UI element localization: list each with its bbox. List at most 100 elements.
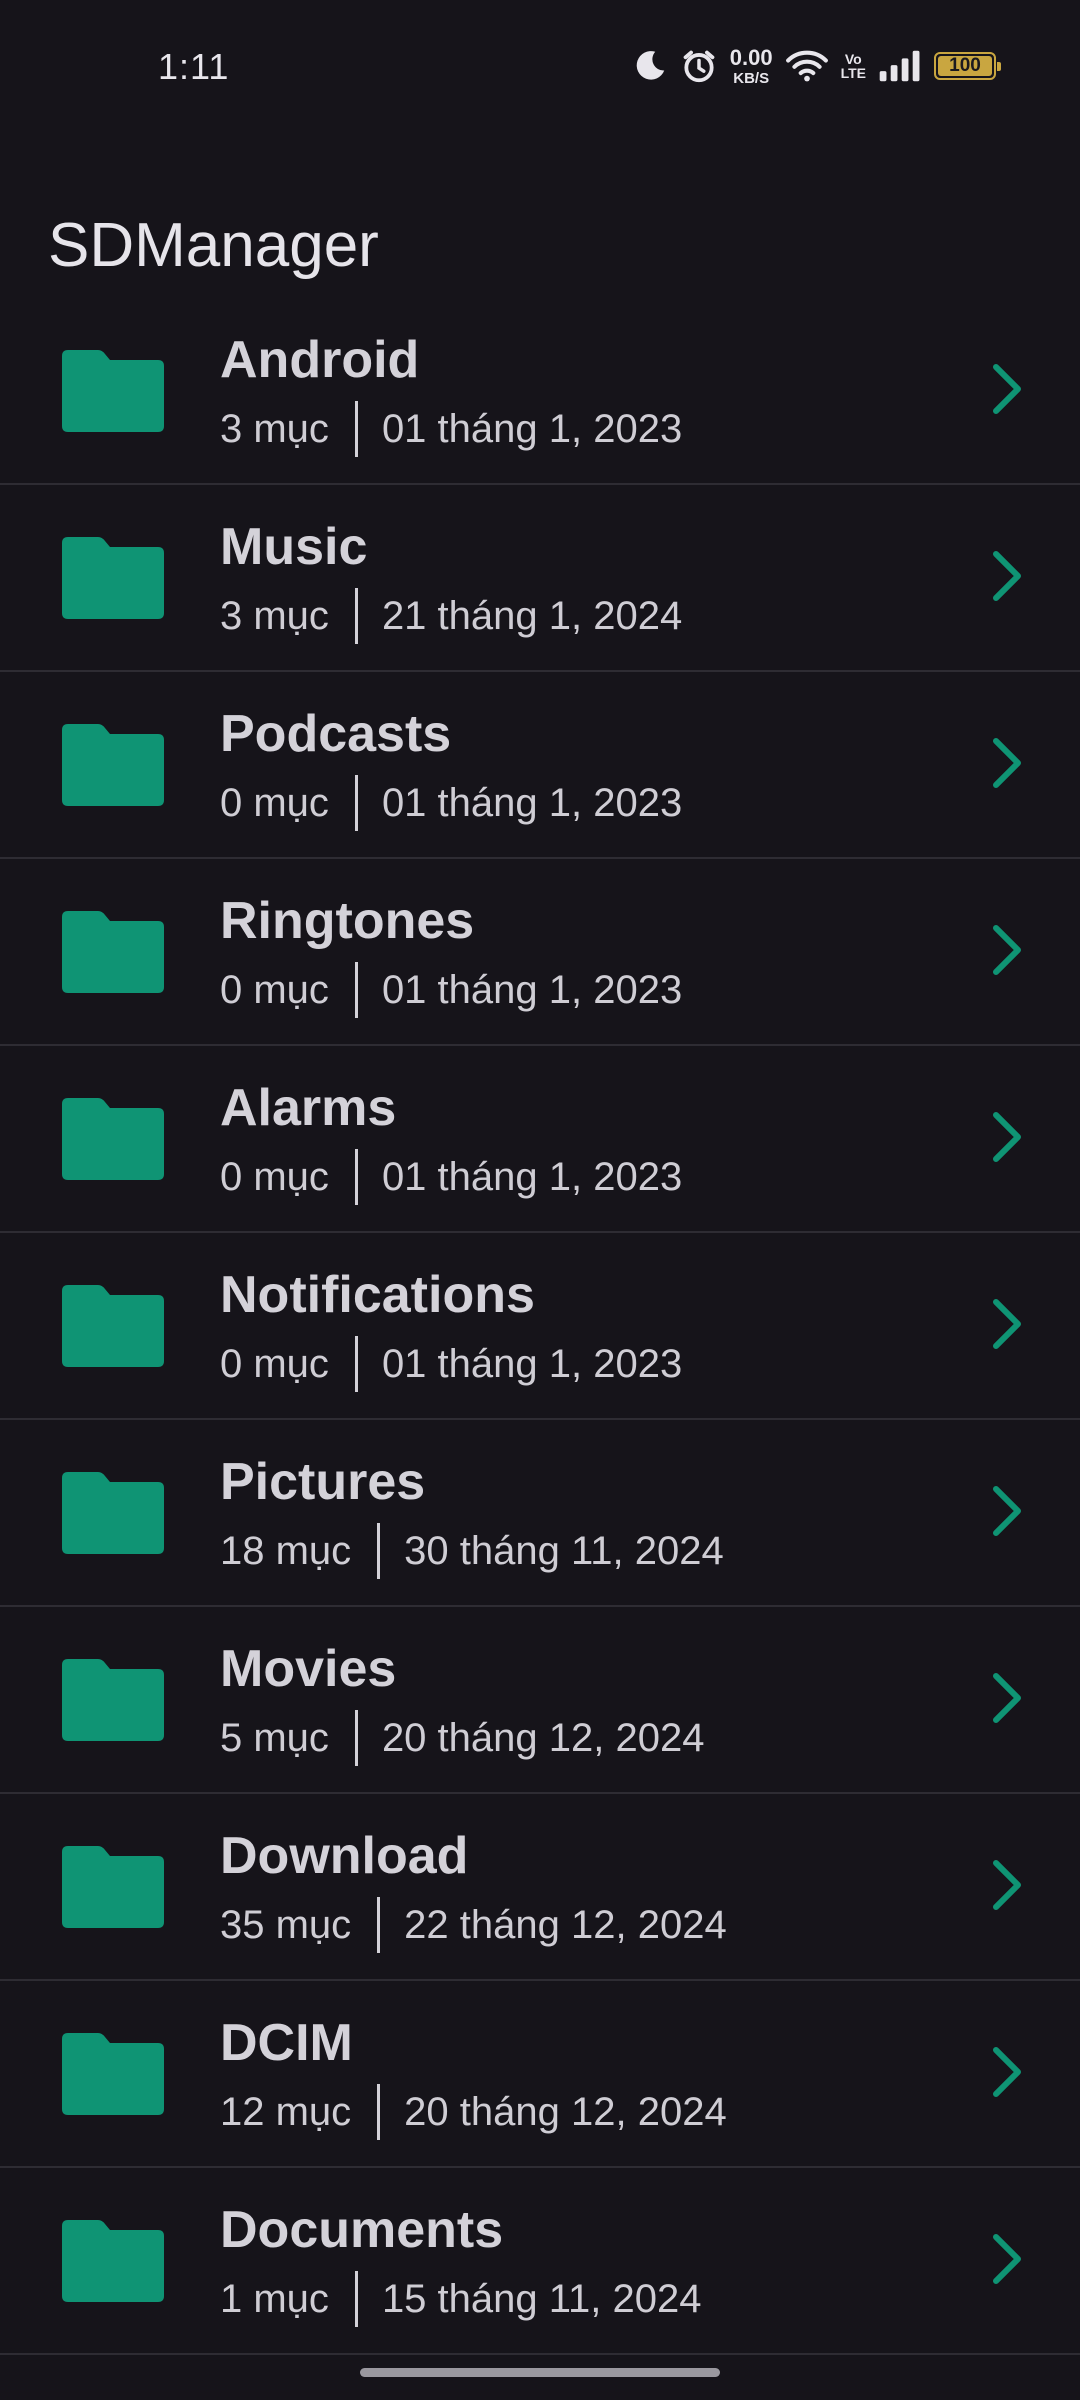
- meta-divider: [354, 2271, 358, 2327]
- folder-date: 01 tháng 1, 2023: [381, 406, 683, 451]
- folder-row[interactable]: Movies 5 mục 20 tháng 12, 2024: [0, 1607, 1080, 1794]
- folder-icon: [62, 911, 164, 993]
- folder-meta: 0 mục 01 tháng 1, 2023: [220, 962, 682, 1018]
- folder-item-count: 3 mục: [220, 406, 329, 451]
- folder-icon: [62, 724, 164, 806]
- folder-icon: [62, 537, 164, 619]
- folder-row[interactable]: Pictures 18 mục 30 tháng 11, 2024: [0, 1420, 1080, 1607]
- folder-name: Documents: [220, 2201, 504, 2259]
- folder-row[interactable]: Notifications 0 mục 01 tháng 1, 2023: [0, 1233, 1080, 1420]
- folder-name: Podcasts: [220, 705, 452, 763]
- folder-name: Download: [220, 1827, 469, 1885]
- folder-list: Android 3 mục 01 tháng 1, 2023 Music 3 mục 21…: [0, 298, 1080, 2355]
- status-time: 1:11: [158, 46, 230, 87]
- folder-row[interactable]: Documents 1 mục 15 tháng 11, 2024: [0, 2168, 1080, 2355]
- folder-date: 15 tháng 11, 2024: [381, 2276, 702, 2321]
- folder-icon: [62, 1285, 164, 1367]
- folder-name: Music: [220, 518, 368, 576]
- folder-name: Pictures: [220, 1453, 426, 1511]
- folder-icon: [62, 2220, 164, 2302]
- folder-icon: [62, 1472, 164, 1554]
- wifi-icon: [785, 48, 829, 84]
- meta-divider: [377, 1523, 381, 1579]
- folder-name: Ringtones: [220, 892, 475, 950]
- meta-divider: [354, 1710, 358, 1766]
- folder-icon: [62, 1659, 164, 1741]
- moon-icon: [632, 48, 668, 84]
- folder-item-count: 12 mục: [220, 2089, 352, 2134]
- folder-item-count: 0 mục: [220, 1154, 329, 1199]
- folder-meta: 18 mục 30 tháng 11, 2024: [220, 1523, 724, 1579]
- folder-icon: [62, 1098, 164, 1180]
- signal-icon: [878, 49, 922, 83]
- chevron-right-icon: [990, 1485, 1024, 1537]
- volte-bottom: LTE: [840, 65, 866, 81]
- folder-item-count: 0 mục: [220, 1341, 329, 1386]
- folder-meta: 0 mục 01 tháng 1, 2023: [220, 775, 682, 831]
- folder-row[interactable]: Music 3 mục 21 tháng 1, 2024: [0, 485, 1080, 672]
- folder-date: 01 tháng 1, 2023: [381, 1154, 683, 1199]
- folder-meta: 12 mục 20 tháng 12, 2024: [220, 2084, 727, 2140]
- network-speed-value: 0.00: [729, 44, 773, 70]
- alarm-icon: [680, 47, 718, 85]
- chevron-right-icon: [990, 1672, 1024, 1724]
- folder-icon: [62, 1846, 164, 1928]
- folder-item-count: 5 mục: [220, 1715, 329, 1760]
- folder-item-count: 0 mục: [220, 967, 329, 1012]
- chevron-right-icon: [990, 363, 1024, 415]
- folder-name: Android: [220, 331, 420, 389]
- chevron-right-icon: [990, 1859, 1024, 1911]
- folder-name: Notifications: [220, 1266, 535, 1324]
- folder-row[interactable]: Ringtones 0 mục 01 tháng 1, 2023: [0, 859, 1080, 1046]
- folder-item-count: 1 mục: [220, 2276, 329, 2321]
- volte-indicator: Vo LTE: [841, 52, 866, 80]
- meta-divider: [377, 1897, 381, 1953]
- meta-divider: [354, 962, 358, 1018]
- folder-date: 20 tháng 12, 2024: [381, 1715, 705, 1760]
- chevron-right-icon: [990, 924, 1024, 976]
- chevron-right-icon: [990, 1111, 1024, 1163]
- folder-meta: 35 mục 22 tháng 12, 2024: [220, 1897, 727, 1953]
- folder-date: 01 tháng 1, 2023: [381, 967, 683, 1012]
- chevron-right-icon: [990, 2046, 1024, 2098]
- folder-row[interactable]: Alarms 0 mục 01 tháng 1, 2023: [0, 1046, 1080, 1233]
- meta-divider: [354, 1336, 358, 1392]
- page-title: SDManager: [48, 210, 379, 280]
- folder-date: 22 tháng 12, 2024: [404, 1902, 727, 1947]
- status-icons: 0.00 KB/S Vo LTE 100: [632, 44, 1001, 88]
- meta-divider: [354, 401, 358, 457]
- folder-meta: 0 mục 01 tháng 1, 2023: [220, 1336, 682, 1392]
- chevron-right-icon: [990, 550, 1024, 602]
- folder-date: 20 tháng 12, 2024: [404, 2089, 727, 2134]
- meta-divider: [354, 1149, 358, 1205]
- home-indicator[interactable]: [360, 2368, 720, 2377]
- folder-item-count: 0 mục: [220, 780, 329, 825]
- battery-icon: 100: [934, 52, 1001, 80]
- folder-meta: 0 mục 01 tháng 1, 2023: [220, 1149, 682, 1205]
- folder-meta: 3 mục 01 tháng 1, 2023: [220, 401, 682, 457]
- folder-icon: [62, 2033, 164, 2115]
- folder-row[interactable]: Android 3 mục 01 tháng 1, 2023: [0, 298, 1080, 485]
- meta-divider: [377, 2084, 381, 2140]
- folder-row[interactable]: DCIM 12 mục 20 tháng 12, 2024: [0, 1981, 1080, 2168]
- meta-divider: [354, 775, 358, 831]
- folder-row[interactable]: Podcasts 0 mục 01 tháng 1, 2023: [0, 672, 1080, 859]
- chevron-right-icon: [990, 737, 1024, 789]
- chevron-right-icon: [990, 2233, 1024, 2285]
- folder-date: 01 tháng 1, 2023: [381, 1341, 683, 1386]
- battery-level: 100: [949, 55, 981, 76]
- folder-date: 21 tháng 1, 2024: [381, 593, 683, 638]
- network-speed: 0.00 KB/S: [729, 44, 773, 87]
- folder-meta: 5 mục 20 tháng 12, 2024: [220, 1710, 704, 1766]
- folder-name: Alarms: [220, 1079, 397, 1137]
- folder-icon: [62, 350, 164, 432]
- folder-date: 01 tháng 1, 2023: [381, 780, 683, 825]
- folder-name: DCIM: [220, 2014, 353, 2072]
- meta-divider: [354, 588, 358, 644]
- folder-item-count: 3 mục: [220, 593, 329, 638]
- folder-name: Movies: [220, 1640, 397, 1698]
- status-bar: 1:11 0.00 KB/S Vo LTE 100: [0, 0, 1080, 140]
- folder-item-count: 18 mục: [220, 1528, 352, 1573]
- folder-row[interactable]: Download 35 mục 22 tháng 12, 2024: [0, 1794, 1080, 1981]
- network-speed-unit: KB/S: [733, 69, 770, 87]
